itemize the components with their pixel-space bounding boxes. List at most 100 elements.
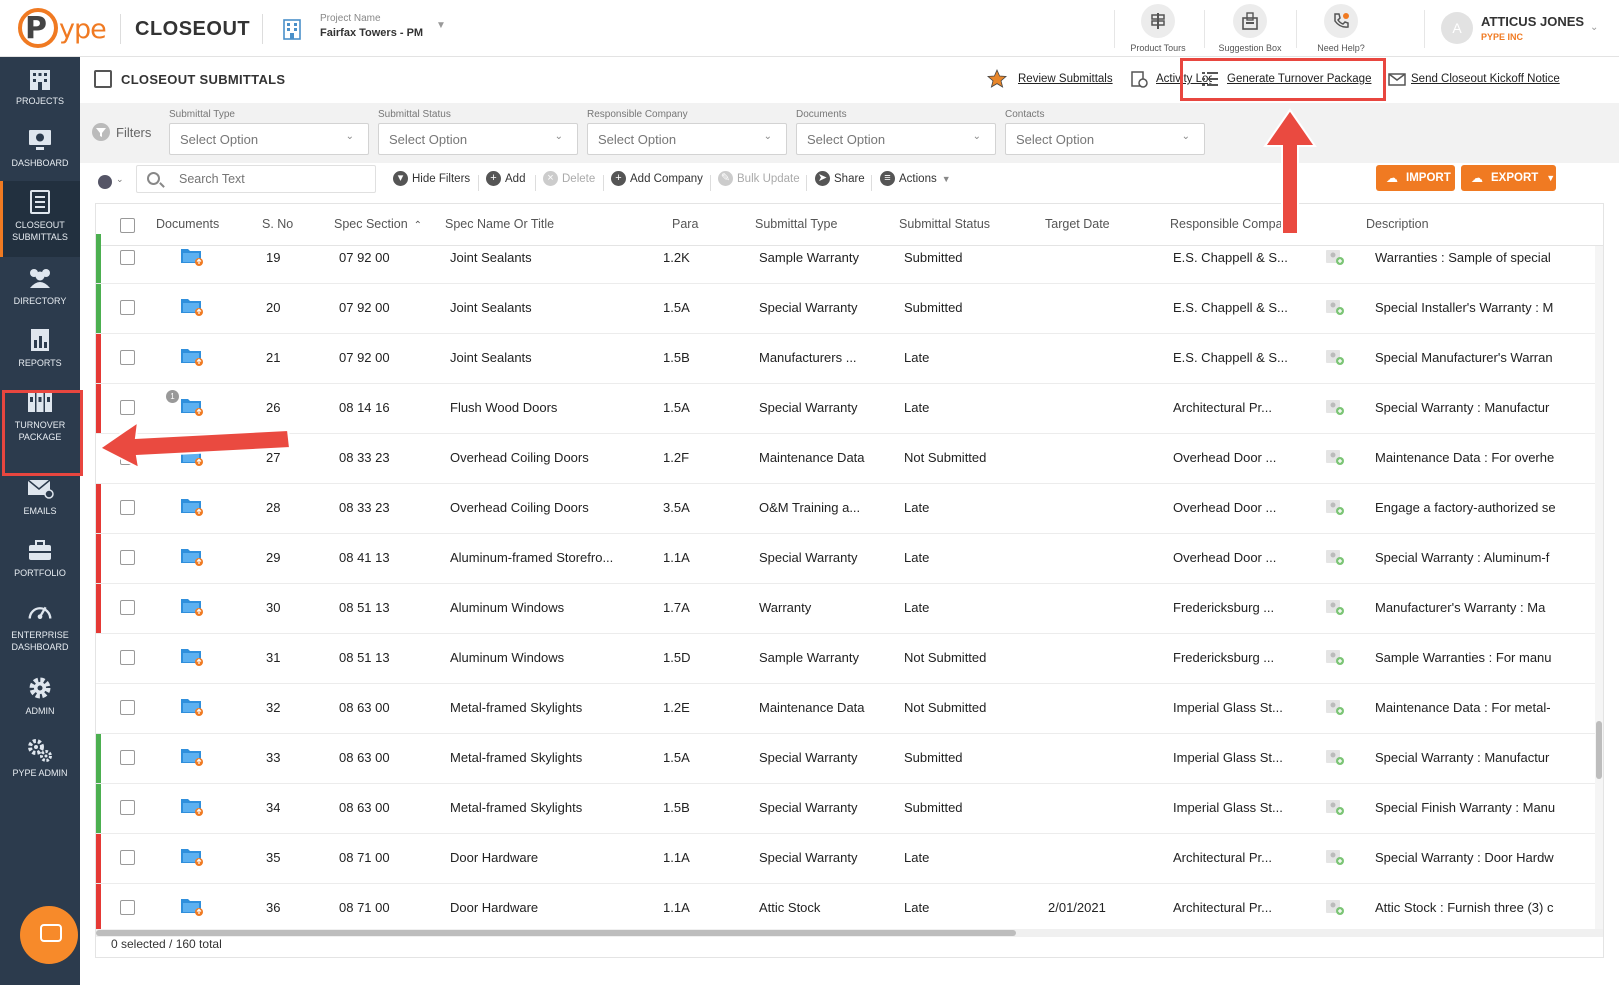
add-contact-icon[interactable] (1325, 298, 1345, 316)
vertical-scrollbar[interactable] (1595, 246, 1603, 929)
row-checkbox[interactable] (120, 250, 135, 265)
folder-upload-icon[interactable] (180, 646, 204, 666)
scrollbar-thumb[interactable] (1596, 721, 1602, 779)
product-tours-button[interactable]: Product Tours (1118, 4, 1198, 53)
sidebar-item-projects[interactable]: PROJECTS (0, 57, 80, 119)
folder-upload-icon[interactable] (180, 496, 204, 516)
column-spec-name[interactable]: Spec Name Or Title (445, 217, 554, 231)
add-contact-icon[interactable] (1325, 798, 1345, 816)
row-checkbox[interactable] (120, 300, 135, 315)
add-contact-icon[interactable] (1325, 748, 1345, 766)
column-spec-section[interactable]: Spec Section ⌃ (334, 217, 422, 231)
table-row[interactable]: 30 08 51 13 Aluminum Windows 1.7A Warranty La… (96, 584, 1603, 634)
avatar[interactable]: A (1441, 12, 1473, 44)
row-checkbox[interactable] (120, 850, 135, 865)
user-name[interactable]: ATTICUS JONES (1481, 14, 1584, 29)
add-contact-icon[interactable] (1325, 598, 1345, 616)
select-all-checkbox[interactable] (120, 218, 135, 233)
table-row[interactable]: 28 08 33 23 Overhead Coiling Doors 3.5A O&M … (96, 484, 1603, 534)
folder-upload-icon[interactable] (180, 896, 204, 916)
table-row[interactable]: 20 07 92 00 Joint Sealants 1.5A Special Warr… (96, 284, 1603, 334)
folder-upload-icon[interactable] (180, 596, 204, 616)
add-contact-icon[interactable] (1325, 548, 1345, 566)
row-checkbox[interactable] (120, 550, 135, 565)
column-para[interactable]: Para (672, 217, 698, 231)
share-button[interactable]: ➤ Share (815, 171, 865, 186)
pype-logo[interactable]: P ype (18, 8, 110, 48)
sidebar-item-reports[interactable]: REPORTS (0, 319, 80, 381)
row-checkbox[interactable] (120, 350, 135, 365)
row-checkbox[interactable] (120, 400, 135, 415)
folder-upload-icon[interactable] (180, 846, 204, 866)
add-contact-icon[interactable] (1325, 898, 1345, 916)
contacts-select[interactable]: Select Option ⌄ (1005, 123, 1205, 155)
chevron-down-icon[interactable]: ▼ (436, 20, 446, 31)
delete-button[interactable]: × Delete (543, 171, 595, 186)
add-contact-icon[interactable] (1325, 398, 1345, 416)
add-contact-icon[interactable] (1325, 698, 1345, 716)
submittal-status-select[interactable]: Select Option ⌄ (378, 123, 578, 155)
column-description[interactable]: Description (1366, 217, 1429, 231)
import-button[interactable]: ☁ IMPORT (1376, 165, 1455, 191)
column-documents[interactable]: Documents (156, 217, 219, 231)
folder-upload-icon[interactable] (180, 746, 204, 766)
actions-menu-button[interactable]: ≡ Actions ▼ (880, 171, 951, 186)
scrollbar-thumb[interactable] (96, 930, 1016, 936)
chat-launcher-button[interactable] (20, 906, 78, 964)
add-contact-icon[interactable] (1325, 848, 1345, 866)
chevron-down-icon[interactable]: ⌄ (116, 174, 124, 185)
search-input[interactable] (179, 172, 369, 186)
sidebar-item-dashboard[interactable]: DASHBOARD (0, 119, 80, 181)
project-selector[interactable]: Fairfax Towers - PM (320, 27, 423, 39)
add-contact-icon[interactable] (1325, 648, 1345, 666)
add-button[interactable]: + Add (486, 171, 525, 186)
sidebar-item-emails[interactable]: EMAILS (0, 467, 80, 529)
add-contact-icon[interactable] (1325, 348, 1345, 366)
send-closeout-kickoff-notice-link[interactable]: Send Closeout Kickoff Notice (1411, 73, 1560, 85)
sidebar-item-admin[interactable]: ADMIN (0, 667, 80, 729)
hide-filters-button[interactable]: ▾ Hide Filters (393, 171, 470, 186)
table-row[interactable]: 27 08 33 23 Overhead Coiling Doors 1.2F Main… (96, 434, 1603, 484)
add-contact-icon[interactable] (1325, 448, 1345, 466)
submittal-type-select[interactable]: Select Option ⌄ (169, 123, 369, 155)
table-row[interactable]: 32 08 63 00 Metal-framed Skylights 1.2E Main… (96, 684, 1603, 734)
folder-upload-icon[interactable] (180, 546, 204, 566)
export-button[interactable]: ☁ EXPORT ▼ (1461, 165, 1556, 191)
column-view-icon[interactable] (98, 175, 112, 189)
row-checkbox[interactable] (120, 900, 135, 915)
column-target-date[interactable]: Target Date (1045, 217, 1110, 231)
sidebar-item-closeout-submittals[interactable]: CLOSEOUT SUBMITTALS (0, 181, 80, 257)
horizontal-scrollbar[interactable] (96, 929, 1603, 937)
table-row[interactable]: 34 08 63 00 Metal-framed Skylights 1.5B Spec… (96, 784, 1603, 834)
suggestion-box-button[interactable]: Suggestion Box (1210, 4, 1290, 53)
table-row[interactable]: 33 08 63 00 Metal-framed Skylights 1.5A Spec… (96, 734, 1603, 784)
folder-upload-icon[interactable] (180, 346, 204, 366)
row-checkbox[interactable] (120, 750, 135, 765)
sidebar-item-pype-admin[interactable]: PYPE ADMIN (0, 729, 80, 791)
folder-upload-icon[interactable] (180, 696, 204, 716)
column-submittal-status[interactable]: Submittal Status (899, 217, 990, 231)
folder-upload-icon[interactable] (180, 796, 204, 816)
table-row[interactable]: 21 07 92 00 Joint Sealants 1.5B Manufacturer… (96, 334, 1603, 384)
bulk-update-button[interactable]: ✎ Bulk Update (718, 171, 800, 186)
table-row[interactable]: 1 26 08 14 16 Flush Wood Doors 1.5A Special W… (96, 384, 1603, 434)
row-checkbox[interactable] (120, 800, 135, 815)
add-contact-icon[interactable] (1325, 248, 1345, 266)
row-checkbox[interactable] (120, 650, 135, 665)
row-checkbox[interactable] (120, 600, 135, 615)
chevron-down-icon[interactable]: ⌄ (1590, 22, 1598, 33)
need-help-button[interactable]: Need Help? (1301, 4, 1381, 53)
table-row[interactable]: 31 08 51 13 Aluminum Windows 1.5D Sample War… (96, 634, 1603, 684)
review-submittals-link[interactable]: Review Submittals (1018, 73, 1113, 85)
column-sno[interactable]: S. No (262, 217, 293, 231)
filters-toggle[interactable]: Filters (92, 123, 151, 141)
table-row[interactable]: 19 07 92 00 Joint Sealants 1.2K Sample Warra… (96, 234, 1603, 284)
add-company-button[interactable]: + Add Company (611, 171, 703, 186)
sidebar-item-portfolio[interactable]: PORTFOLIO (0, 529, 80, 591)
table-row[interactable]: 35 08 71 00 Door Hardware 1.1A Special Warra… (96, 834, 1603, 884)
add-contact-icon[interactable] (1325, 498, 1345, 516)
folder-upload-icon[interactable] (180, 296, 204, 316)
folder-upload-icon[interactable] (180, 396, 204, 416)
table-row[interactable]: 29 08 41 13 Aluminum-framed Storefro... 1.1… (96, 534, 1603, 584)
responsible-company-select[interactable]: Select Option ⌄ (587, 123, 787, 155)
